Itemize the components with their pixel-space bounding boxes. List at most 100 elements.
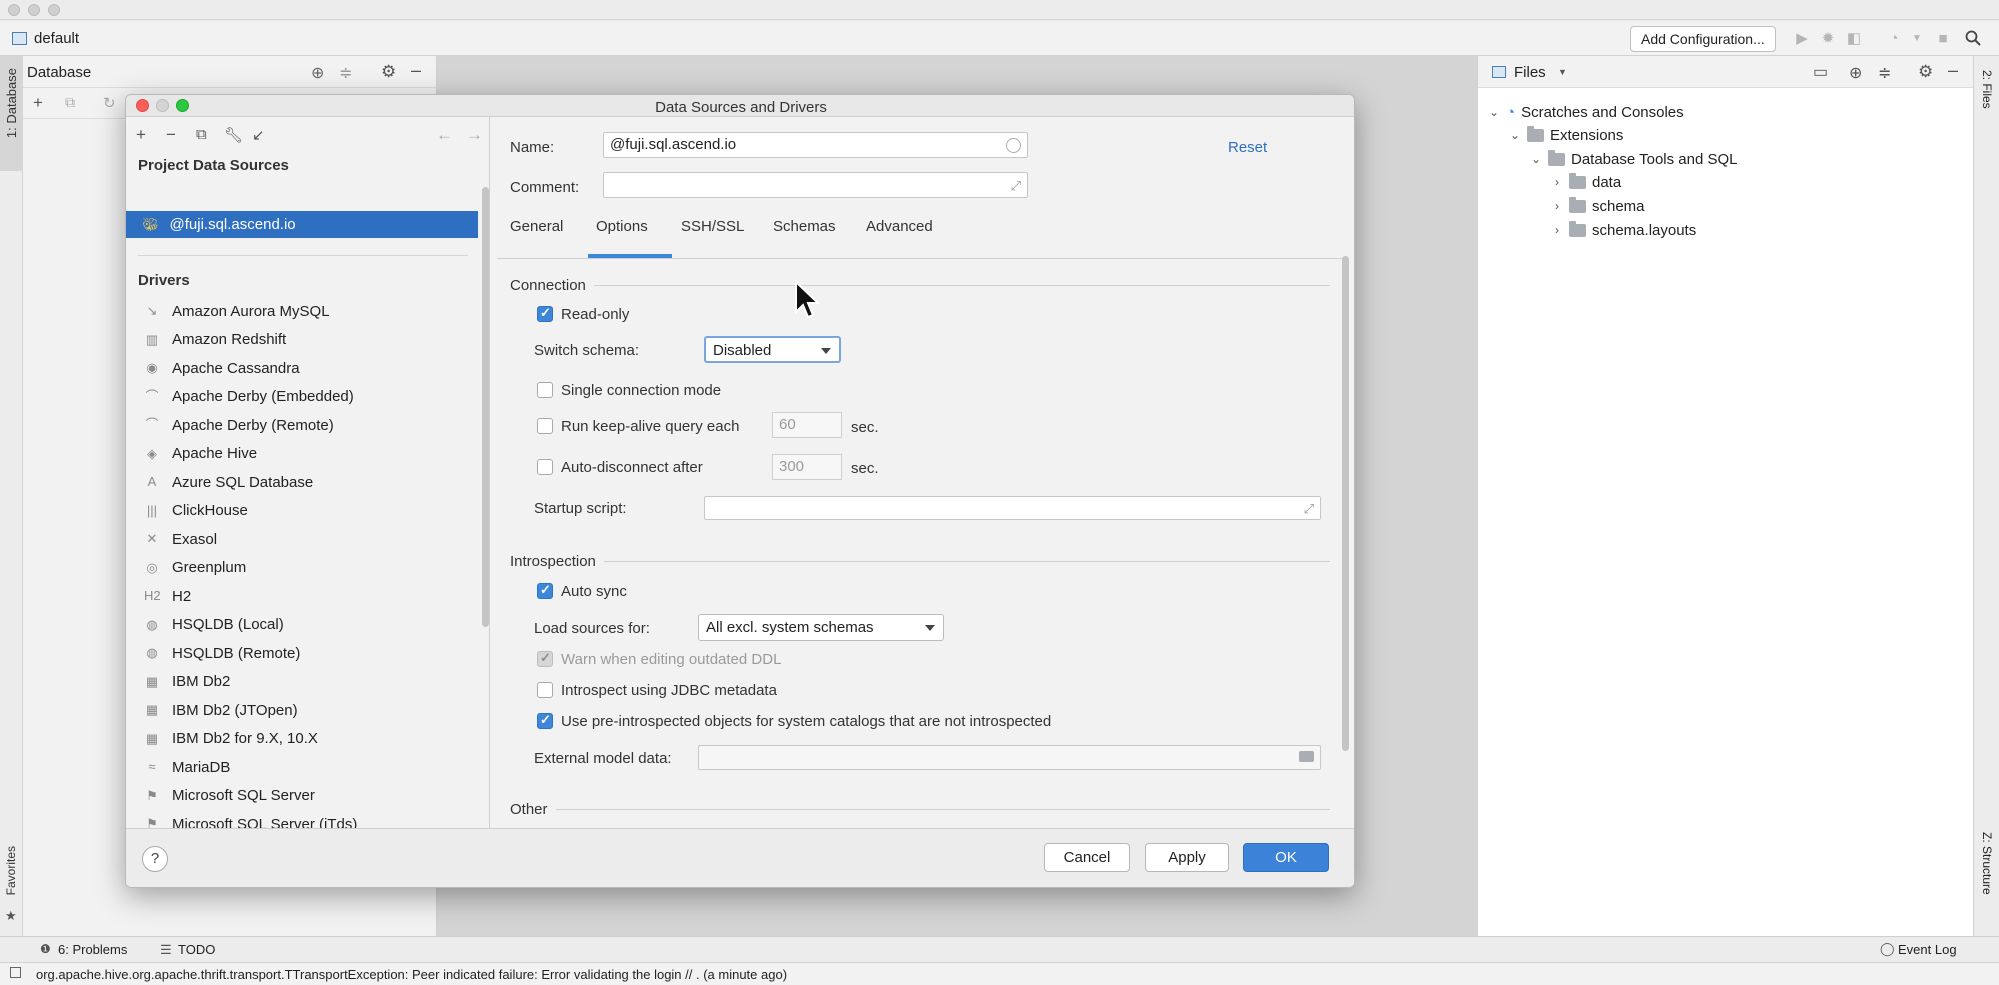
auto-disconnect-input[interactable]: 300 [772, 454, 842, 480]
apply-button[interactable]: Apply [1145, 843, 1229, 872]
driver-item[interactable]: ▥ Amazon Redshift [126, 326, 476, 354]
keep-alive-checkbox[interactable] [537, 418, 553, 434]
driver-item[interactable]: ⚑ Microsoft SQL Server [126, 782, 476, 810]
external-model-field[interactable] [698, 745, 1321, 770]
driver-item[interactable]: ◎ Greenplum [126, 554, 476, 582]
coverage-icon[interactable]: ◧ [1845, 30, 1863, 48]
tab-options[interactable]: Options [596, 218, 648, 235]
tree-item[interactable]: › schema [1551, 195, 1645, 217]
problems-tab[interactable]: 6: Problems [58, 942, 127, 957]
driver-item[interactable]: ◉ Apache Cassandra [126, 354, 476, 382]
single-connection-checkbox[interactable] [537, 382, 553, 398]
hide-panel-icon[interactable]: – [411, 60, 421, 81]
files-tool-tab[interactable]: 2: Files [1980, 70, 1994, 109]
switch-schema-select[interactable]: Disabled [704, 336, 841, 363]
help-button[interactable]: ? [142, 846, 168, 872]
expand-icon[interactable]: ⤢ [1304, 497, 1314, 521]
driver-item[interactable]: ↘ Amazon Aurora MySQL [126, 297, 476, 325]
startup-script-field[interactable]: ⤢ [704, 496, 1321, 520]
duplicate-icon[interactable]: ⧉ [196, 126, 207, 143]
tab-advanced[interactable]: Advanced [866, 218, 933, 235]
auto-sync-checkbox[interactable] [537, 582, 553, 599]
comment-field[interactable]: ⤢ [603, 172, 1028, 198]
read-only-checkbox[interactable] [537, 305, 553, 322]
debug-icon[interactable]: ✹ [1819, 30, 1837, 48]
tree-item[interactable]: ⌄ Database Tools and SQL [1530, 148, 1738, 170]
pre-introspected-checkbox[interactable] [537, 712, 553, 729]
project-name[interactable]: default [34, 30, 79, 47]
chevron-down-icon[interactable]: ⌄ [1530, 152, 1542, 166]
forward-arrow-icon[interactable]: → [466, 125, 483, 145]
name-field[interactable]: @fuji.sql.ascend.io [603, 132, 1028, 158]
driver-item[interactable]: ◍ HSQLDB (Remote) [126, 639, 476, 667]
driver-item[interactable]: ✕ Exasol [126, 525, 476, 553]
driver-item[interactable]: ◍ HSQLDB (Local) [126, 611, 476, 639]
window-minimize-button[interactable] [28, 4, 40, 16]
tab-ssh-ssl[interactable]: SSH/SSL [681, 218, 744, 235]
tab-general[interactable]: General [510, 218, 563, 235]
data-source-item[interactable]: 🐝︎ @fuji.sql.ascend.io [126, 211, 478, 238]
add-icon[interactable]: + [33, 93, 43, 113]
chevron-down-icon[interactable]: ⌄ [1509, 128, 1521, 142]
driver-item[interactable]: ◈ Apache Hive [126, 440, 476, 468]
tree-item[interactable]: › data [1551, 171, 1621, 193]
driver-item[interactable]: ▦ IBM Db2 for 9.X, 10.X [126, 725, 476, 753]
profile-icon[interactable]: ◔ [1885, 30, 1903, 48]
add-source-icon[interactable]: + [136, 125, 146, 145]
window-zoom-button[interactable] [48, 4, 60, 16]
favorites-tab[interactable]: Favorites [4, 846, 18, 895]
driver-item[interactable]: ▦ IBM Db2 (JTOpen) [126, 696, 476, 724]
driver-item[interactable]: ▦ IBM Db2 [126, 668, 476, 696]
open-folder-icon[interactable]: ▭ [1813, 62, 1828, 82]
files-dropdown-icon[interactable]: ▼ [1558, 67, 1567, 77]
stop-icon[interactable]: ■ [1934, 30, 1952, 48]
hide-panel-icon[interactable]: – [1948, 60, 1958, 81]
todo-tab[interactable]: TODO [178, 942, 215, 957]
expand-icon[interactable]: ⤢ [1011, 174, 1021, 198]
driver-item[interactable]: ⌒ Apache Derby (Remote) [126, 411, 476, 439]
navigate-icon[interactable]: ↙ [252, 126, 265, 144]
copy-icon[interactable]: ⧉ [65, 94, 75, 111]
tree-item[interactable]: › schema.layouts [1551, 219, 1696, 241]
collapse-icon[interactable]: ≑ [339, 63, 352, 83]
run-icon[interactable]: ▶ [1793, 30, 1811, 48]
add-configuration-button[interactable]: Add Configuration... [1630, 26, 1776, 52]
driver-item[interactable]: H2 H2 [126, 582, 476, 610]
settings-scrollbar[interactable] [1342, 256, 1349, 751]
driver-item[interactable]: ⌒ Apache Derby (Embedded) [126, 383, 476, 411]
tree-item[interactable]: ⌄ Extensions [1509, 124, 1623, 146]
reset-link[interactable]: Reset [1228, 139, 1267, 156]
refresh-icon[interactable]: ↻ [103, 94, 116, 112]
folder-icon[interactable] [1299, 751, 1314, 762]
event-log-tab[interactable]: Event Log [1898, 942, 1957, 957]
gear-icon[interactable]: ⚙ [1918, 62, 1933, 82]
chevron-right-icon[interactable]: › [1551, 175, 1563, 189]
tree-item[interactable]: ⌄ ◔ Scratches and Consoles [1488, 101, 1684, 123]
window-close-button[interactable] [8, 4, 20, 16]
cancel-button[interactable]: Cancel [1044, 843, 1130, 872]
back-arrow-icon[interactable]: ← [436, 125, 453, 145]
chevron-down-icon[interactable]: ⌄ [1488, 105, 1500, 119]
load-sources-select[interactable]: All excl. system schemas [698, 614, 944, 641]
jdbc-metadata-checkbox[interactable] [537, 682, 553, 698]
structure-tool-tab[interactable]: Z: Structure [1980, 832, 1994, 895]
wrench-icon[interactable]: 🔧︎ [224, 126, 243, 144]
files-panel-title[interactable]: Files [1514, 64, 1546, 81]
database-tool-tab[interactable]: 1: Database [0, 56, 23, 171]
profile-dropdown-icon[interactable]: ▼ [1908, 30, 1926, 48]
keep-alive-input[interactable]: 60 [772, 412, 842, 438]
collapse-all-icon[interactable]: ≑ [1878, 63, 1891, 83]
remove-source-icon[interactable]: − [166, 125, 176, 145]
driver-item[interactable]: ||| ClickHouse [126, 497, 476, 525]
auto-disconnect-checkbox[interactable] [537, 459, 553, 475]
gear-icon[interactable]: ⚙ [381, 62, 396, 82]
driver-item[interactable]: A Azure SQL Database [126, 468, 476, 496]
chevron-right-icon[interactable]: › [1551, 223, 1563, 237]
locate-icon[interactable]: ⊕ [1849, 63, 1862, 83]
driver-item[interactable]: ≈ MariaDB [126, 753, 476, 781]
tab-schemas[interactable]: Schemas [773, 218, 836, 235]
color-picker-icon[interactable] [1006, 138, 1021, 153]
status-message[interactable]: org.apache.hive.org.apache.thrift.transp… [36, 967, 787, 982]
status-toggle-icon[interactable] [10, 967, 21, 978]
sources-scrollbar[interactable] [482, 187, 489, 627]
